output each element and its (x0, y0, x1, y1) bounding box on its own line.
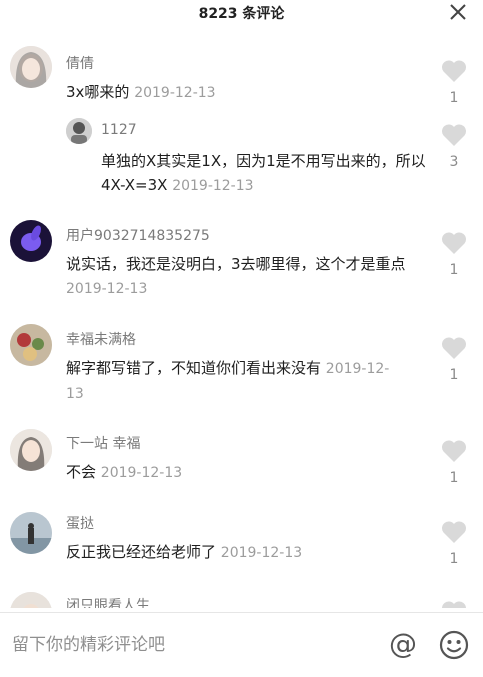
like-button[interactable] (439, 600, 469, 608)
heart-icon (441, 337, 467, 359)
comment-text: 不会 2019-12-13 (66, 460, 406, 485)
heart-icon (441, 60, 467, 82)
close-icon[interactable] (447, 1, 469, 23)
comments-panel: 8223 条评论 倩倩 3x哪来的 2019-12-13 1 1127 单独的X… (0, 0, 483, 677)
comment-body: 解字都写错了，不知道你们看出来没有 (66, 359, 322, 377)
reply-username[interactable]: 1127 (101, 122, 137, 138)
smiley-icon[interactable] (438, 629, 470, 661)
like-button[interactable]: 1 (439, 520, 469, 566)
comment-username[interactable]: 倩倩 (66, 53, 94, 73)
comment-username[interactable]: 下一站 幸福 (66, 433, 140, 453)
reply-avatar[interactable] (66, 118, 92, 144)
comment-text: 反正我已经还给老师了 2019-12-13 (66, 540, 406, 565)
heart-icon (441, 124, 467, 146)
avatar[interactable] (10, 592, 52, 608)
heart-icon (441, 521, 467, 543)
like-button[interactable]: 1 (439, 336, 469, 382)
like-count: 1 (449, 470, 459, 486)
like-count: 1 (449, 367, 459, 383)
comment-text: 3x哪来的 2019-12-13 (66, 80, 406, 105)
heart-icon (441, 232, 467, 254)
comment-username[interactable]: 闭只眼看人生 (66, 595, 150, 608)
like-button[interactable]: 1 (439, 59, 469, 105)
like-count: 3 (449, 154, 459, 170)
reply-like-button[interactable]: 3 (439, 123, 469, 169)
comment-date: 2019-12-13 (66, 281, 148, 297)
comment-body: 不会 (66, 463, 97, 481)
avatar[interactable] (10, 429, 52, 471)
like-count: 1 (449, 90, 459, 106)
like-count: 1 (449, 551, 459, 567)
comment-username[interactable]: 幸福未满格 (66, 329, 136, 349)
like-button[interactable]: 1 (439, 231, 469, 277)
comment-body: 反正我已经还给老师了 (66, 543, 217, 561)
reply-text: 单独的X其实是1X，因为1是不用写出来的，所以4X-X=3X 2019-12-1… (101, 149, 431, 198)
comment-body: 说实话，我还是没明白，3去哪里得，这个才是重点 (66, 255, 406, 273)
comment-text: 解字都写错了，不知道你们看出来没有 2019-12-13 (66, 356, 406, 406)
like-button[interactable]: 1 (439, 439, 469, 485)
avatar[interactable] (10, 46, 52, 88)
heart-icon (441, 440, 467, 462)
mention-button[interactable]: @ (386, 627, 420, 661)
comment-list[interactable]: 倩倩 3x哪来的 2019-12-13 1 1127 单独的X其实是1X，因为1… (0, 26, 483, 608)
comment-date: 2019-12-13 (134, 85, 216, 101)
reply-date: 2019-12-13 (172, 178, 254, 194)
avatar[interactable] (10, 220, 52, 262)
heart-icon (442, 601, 466, 608)
comment-body: 3x哪来的 (66, 83, 130, 101)
comment-input-bar: @ (0, 612, 483, 677)
comment-count-title: 8223 条评论 (198, 6, 285, 22)
like-count: 1 (449, 262, 459, 278)
comment-username[interactable]: 蛋挞 (66, 513, 94, 533)
avatar[interactable] (10, 324, 52, 366)
comment-date: 2019-12-13 (220, 545, 303, 561)
comment-username[interactable]: 用户9032714835275 (66, 225, 210, 245)
comments-header: 8223 条评论 (0, 0, 483, 26)
avatar[interactable] (10, 512, 52, 554)
comment-input[interactable] (10, 613, 374, 677)
comment-text: 说实话，我还是没明白，3去哪里得，这个才是重点 2019-12-13 (66, 252, 406, 301)
reply-body: 单独的X其实是1X，因为1是不用写出来的，所以4X-X=3X (101, 152, 426, 194)
comment-date: 2019-12-13 (100, 465, 183, 481)
